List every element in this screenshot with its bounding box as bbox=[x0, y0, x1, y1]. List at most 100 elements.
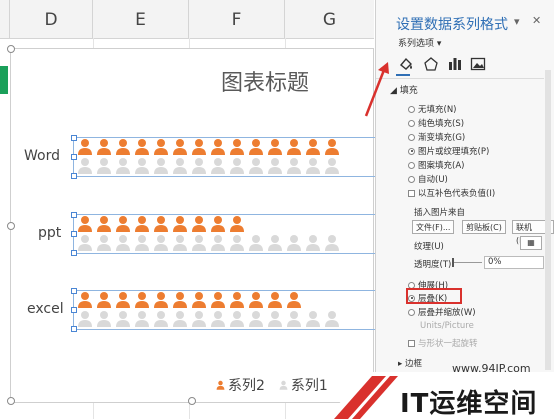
person-icon bbox=[154, 235, 168, 251]
close-icon[interactable]: ✕ bbox=[532, 14, 541, 27]
person-icon bbox=[249, 158, 263, 174]
transparency-input[interactable]: 0% bbox=[484, 256, 544, 269]
column-label-f: F bbox=[231, 10, 242, 30]
rotate-with-shape-checkbox[interactable]: 与形状一起旋转 bbox=[408, 337, 478, 349]
checkbox-label: 与形状一起旋转 bbox=[418, 339, 478, 349]
person-icon bbox=[306, 139, 320, 155]
resize-handle[interactable] bbox=[7, 222, 15, 230]
person-icon bbox=[173, 292, 187, 308]
person-icon bbox=[135, 216, 149, 232]
category-label-excel: excel bbox=[27, 301, 64, 317]
person-icon bbox=[173, 216, 187, 232]
radio-label: 层叠并缩放(W) bbox=[418, 308, 476, 318]
series2-bar-excel[interactable] bbox=[77, 291, 302, 308]
series1-bar-ppt[interactable] bbox=[77, 234, 340, 251]
column-header-e[interactable]: E bbox=[93, 0, 189, 38]
highlight-box bbox=[406, 288, 462, 304]
file-button[interactable]: 文件(F)... bbox=[412, 220, 455, 234]
person-icon bbox=[116, 158, 130, 174]
person-icon bbox=[192, 292, 206, 308]
series1-bar-excel[interactable] bbox=[77, 310, 340, 327]
person-icon bbox=[78, 292, 92, 308]
chevron-down-icon[interactable]: ▾ bbox=[514, 15, 520, 28]
person-icon bbox=[287, 311, 301, 327]
person-icon bbox=[287, 235, 301, 251]
series2-bar-ppt[interactable] bbox=[77, 215, 245, 232]
transparency-slider[interactable] bbox=[452, 262, 482, 263]
border-section-header[interactable]: ▸ 边框 bbox=[398, 357, 422, 369]
border-section-label: 边框 bbox=[404, 359, 422, 369]
resize-handle[interactable] bbox=[188, 397, 196, 405]
person-icon bbox=[230, 216, 244, 232]
person-icon bbox=[154, 158, 168, 174]
radio-auto-fill[interactable]: 自动(U) bbox=[408, 173, 448, 185]
person-icon bbox=[249, 292, 263, 308]
series1-bar-word[interactable] bbox=[77, 157, 340, 174]
series-options-tab-icon[interactable] bbox=[447, 56, 463, 72]
person-icon bbox=[78, 311, 92, 327]
picture-tab-icon[interactable] bbox=[470, 56, 486, 72]
person-icon bbox=[211, 139, 225, 155]
legend-item-series2[interactable]: 系列2 bbox=[216, 375, 265, 395]
column-header-stub bbox=[0, 0, 10, 38]
radio-icon bbox=[408, 308, 415, 316]
texture-label: 纹理(U) bbox=[414, 242, 444, 252]
person-icon bbox=[97, 292, 111, 308]
invert-negative-checkbox[interactable]: 以互补色代表负值(I) bbox=[408, 187, 495, 199]
column-header-g[interactable]: G bbox=[285, 0, 374, 38]
chart-legend[interactable]: 系列2 系列1 bbox=[216, 375, 328, 395]
person-icon bbox=[306, 235, 320, 251]
watermark-text: IT运维空间 bbox=[400, 389, 538, 419]
radio-icon bbox=[408, 105, 415, 113]
transparency-value: 0% bbox=[488, 257, 502, 267]
person-icon bbox=[211, 292, 225, 308]
person-icon bbox=[306, 158, 320, 174]
clipboard-button[interactable]: 剪贴板(C) bbox=[462, 220, 506, 234]
person-icon bbox=[173, 158, 187, 174]
format-data-series-panel: 设置数据系列格式 ▾ ✕ 系列选项 ▾ ◢ 填充 无填充(N) 纯色填充(S) … bbox=[375, 0, 554, 419]
radio-stack-scale[interactable]: 层叠并缩放(W) bbox=[408, 306, 476, 318]
series-options-dropdown[interactable]: 系列选项 ▾ bbox=[398, 36, 441, 49]
texture-picker[interactable]: ▦ bbox=[520, 236, 542, 250]
series2-bar-word[interactable] bbox=[77, 138, 340, 155]
person-icon bbox=[97, 311, 111, 327]
person-icon bbox=[116, 235, 130, 251]
chart-title[interactable]: 图表标题 bbox=[221, 65, 309, 97]
person-icon bbox=[135, 235, 149, 251]
person-icon bbox=[97, 235, 111, 251]
person-icon bbox=[78, 139, 92, 155]
panel-scrollbar[interactable] bbox=[545, 70, 551, 370]
person-icon bbox=[268, 139, 282, 155]
radio-icon bbox=[408, 175, 415, 183]
checkbox-icon bbox=[408, 189, 415, 197]
selected-cell-marker bbox=[0, 66, 8, 94]
series-options-label: 系列选项 bbox=[398, 39, 435, 49]
transparency-slider-thumb[interactable] bbox=[452, 258, 454, 267]
person-icon bbox=[268, 292, 282, 308]
radio-label: 无填充(N) bbox=[418, 105, 457, 115]
radio-solid-fill[interactable]: 纯色填充(S) bbox=[408, 117, 464, 129]
column-header-d[interactable]: D bbox=[10, 0, 93, 38]
person-icon bbox=[287, 139, 301, 155]
person-icon bbox=[135, 292, 149, 308]
person-icon bbox=[211, 235, 225, 251]
fill-line-tab-icon[interactable] bbox=[398, 56, 414, 72]
person-icon bbox=[216, 380, 225, 390]
person-icon bbox=[192, 311, 206, 327]
effects-tab-icon[interactable] bbox=[423, 56, 439, 72]
radio-label: 纯色填充(S) bbox=[418, 119, 465, 129]
column-header-f[interactable]: F bbox=[189, 0, 285, 38]
person-icon bbox=[135, 158, 149, 174]
legend-item-series1[interactable]: 系列1 bbox=[279, 375, 328, 395]
radio-pattern-fill[interactable]: 图案填充(A) bbox=[408, 159, 464, 171]
radio-gradient-fill[interactable]: 渐变填充(G) bbox=[408, 131, 465, 143]
person-icon bbox=[116, 139, 130, 155]
resize-handle[interactable] bbox=[7, 45, 15, 53]
divider bbox=[376, 78, 544, 79]
resize-handle[interactable] bbox=[7, 397, 15, 405]
chart-area[interactable]: 图表标题 Word ppt excel 系列2 系列1 bbox=[7, 45, 375, 405]
person-icon bbox=[154, 139, 168, 155]
radio-picture-fill[interactable]: 图片或纹理填充(P) bbox=[408, 145, 489, 157]
radio-no-fill[interactable]: 无填充(N) bbox=[408, 103, 457, 115]
fill-section-header[interactable]: ◢ 填充 bbox=[390, 83, 418, 96]
